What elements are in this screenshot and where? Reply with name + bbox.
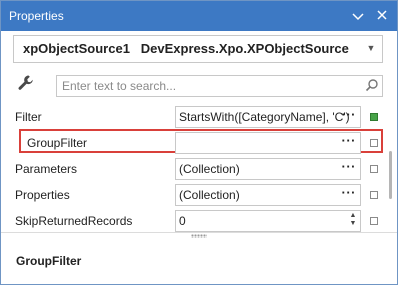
wrench-icon[interactable] bbox=[16, 73, 36, 93]
description-splitter[interactable] bbox=[1, 232, 397, 241]
window-title: Properties bbox=[9, 9, 64, 23]
default-marker-icon[interactable] bbox=[370, 139, 378, 147]
property-label: GroupFilter bbox=[27, 136, 88, 150]
property-grid: Filter StartsWith([CategoryName], 'C') ·… bbox=[13, 104, 385, 232]
property-value: StartsWith([CategoryName], 'C') bbox=[179, 110, 350, 124]
description-title: GroupFilter bbox=[16, 254, 82, 268]
property-row-groupfilter[interactable]: GroupFilter ··· bbox=[13, 129, 385, 156]
property-value: (Collection) bbox=[179, 188, 240, 202]
grip-icon[interactable] bbox=[191, 234, 207, 238]
property-value-editor[interactable]: 0 ▲ ▼ bbox=[175, 210, 361, 232]
default-marker-icon[interactable] bbox=[370, 165, 378, 173]
property-row-parameters[interactable]: Parameters (Collection) ··· bbox=[13, 156, 385, 182]
property-label: SkipReturnedRecords bbox=[15, 214, 133, 228]
object-selector-value: xpObjectSource1 DevExpress.Xpo.XPObjectS… bbox=[23, 41, 349, 56]
property-value-editor[interactable]: ··· bbox=[175, 132, 361, 154]
chevron-down-icon[interactable]: ▼ bbox=[364, 41, 378, 55]
default-marker-icon[interactable] bbox=[370, 217, 378, 225]
default-marker-icon[interactable] bbox=[370, 191, 378, 199]
property-value-editor[interactable]: (Collection) ··· bbox=[175, 158, 361, 180]
ellipsis-button[interactable]: ··· bbox=[342, 159, 357, 174]
modified-marker-icon[interactable] bbox=[370, 113, 378, 121]
ellipsis-button[interactable]: ··· bbox=[342, 185, 357, 200]
object-selector-dropdown[interactable]: xpObjectSource1 DevExpress.Xpo.XPObjectS… bbox=[13, 35, 383, 63]
search-icon bbox=[365, 78, 379, 92]
property-value-editor[interactable]: (Collection) ··· bbox=[175, 184, 361, 206]
property-label: Filter bbox=[15, 110, 42, 124]
property-row-skipreturnedrecords[interactable]: SkipReturnedRecords 0 ▲ ▼ bbox=[13, 208, 385, 234]
property-row-properties[interactable]: Properties (Collection) ··· bbox=[13, 182, 385, 208]
spin-buttons-icon[interactable]: ▲ ▼ bbox=[347, 212, 359, 228]
search-placeholder: Enter text to search... bbox=[62, 79, 177, 93]
property-value: 0 bbox=[179, 214, 186, 228]
property-value: (Collection) bbox=[179, 162, 240, 176]
ellipsis-button[interactable]: ··· bbox=[342, 107, 357, 122]
pin-icon[interactable] bbox=[349, 6, 367, 24]
property-label: Properties bbox=[15, 188, 70, 202]
scrollbar[interactable] bbox=[389, 151, 392, 199]
search-input[interactable]: Enter text to search... bbox=[56, 75, 383, 97]
close-icon[interactable] bbox=[373, 6, 391, 24]
ellipsis-button[interactable]: ··· bbox=[342, 133, 357, 148]
property-row-filter[interactable]: Filter StartsWith([CategoryName], 'C') ·… bbox=[13, 104, 385, 130]
title-bar[interactable]: Properties bbox=[1, 1, 397, 31]
properties-window: Properties xpObjectSource1 DevExpress.Xp… bbox=[0, 0, 398, 285]
property-label: Parameters bbox=[15, 162, 78, 176]
property-value-editor[interactable]: StartsWith([CategoryName], 'C') ··· bbox=[175, 106, 361, 128]
